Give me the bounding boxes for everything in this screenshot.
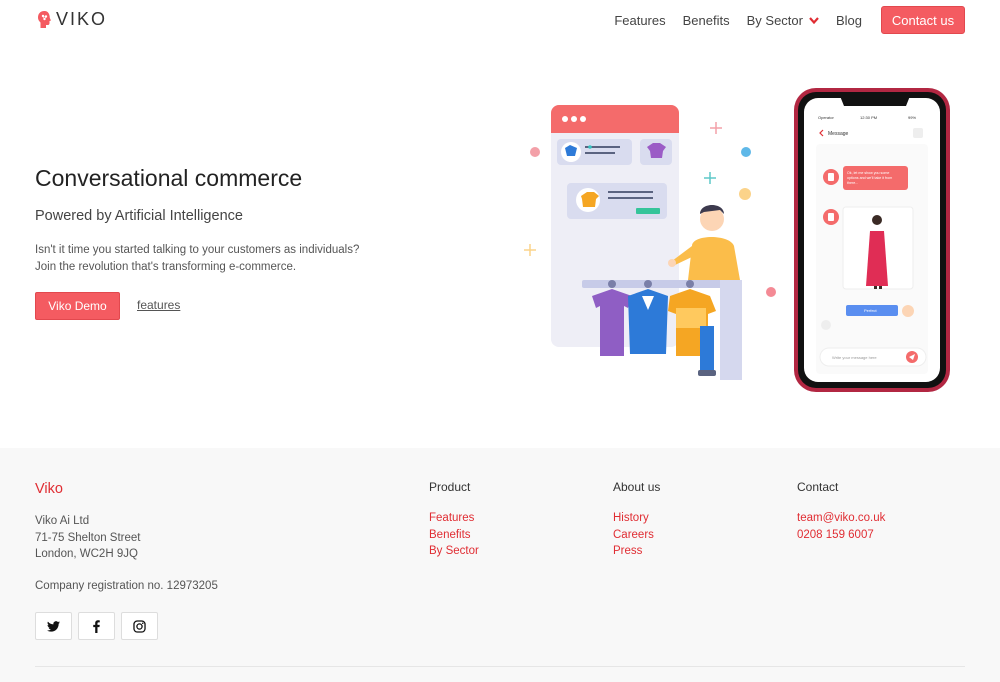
hero-body-line-2: Join the revolution that's transforming … [35,261,297,273]
hero-body: Isn't it time you started talking to you… [35,242,415,276]
logo-text: VIKO [56,9,108,29]
phone-user-button: Perfect [864,308,878,313]
features-link[interactable]: features [137,298,180,312]
footer-link-email[interactable]: team@viko.co.uk [797,510,885,527]
footer-address: Viko Ai Ltd 71-75 Shelton Street London,… [35,513,141,563]
phone-status-time: 12:30 PM [860,115,877,120]
twitter-button[interactable] [35,612,72,640]
phone-status-right: 99% [908,115,916,120]
hero-title: Conversational commerce [35,165,303,191]
footer-link-by-sector[interactable]: By Sector [429,543,479,560]
footer-link-phone[interactable]: 0208 159 6007 [797,527,885,544]
footer-col-product: Product Features Benefits By Sector [429,480,479,560]
footer-link-benefits[interactable]: Benefits [429,527,479,544]
footer-col-title: About us [613,480,661,494]
footer-link-press[interactable]: Press [613,543,660,560]
nav-benefits[interactable]: Benefits [683,13,730,28]
hero-subtitle: Powered by Artificial Intelligence [35,208,243,224]
nav-by-sector-label: By Sector [746,12,803,28]
hero-body-line-1: Isn't it time you started talking to you… [35,244,360,256]
svg-text:there...: there... [847,181,858,185]
top-navigation: VIKO Features Benefits By Sector Blog Co… [0,0,1000,40]
instagram-button[interactable] [121,612,158,640]
phone-header: Message [828,131,849,137]
facebook-icon [93,619,100,633]
nav-blog[interactable]: Blog [836,13,862,28]
company-registration: Company registration no. 12973205 [35,580,218,592]
footer-brand: Viko [35,481,63,497]
footer-link-careers[interactable]: Careers [613,527,660,544]
logo[interactable]: VIKO [37,9,107,30]
brain-head-icon [38,10,51,28]
svg-text:options and we'll take it from: options and we'll take it from [847,176,892,180]
footer: Viko Viko Ai Ltd 71-75 Shelton Street Lo… [0,448,1000,682]
chevron-down-icon [809,16,819,24]
address-line: Viko Ai Ltd [35,515,90,527]
nav-links: Features Benefits By Sector Blog Contact… [597,6,965,34]
svg-text:Ok, let me show you some: Ok, let me show you some [847,171,889,175]
footer-col-about: About us History Careers Press [613,480,660,560]
twitter-icon [47,620,60,632]
footer-col-title: Product [429,480,471,494]
contact-us-button[interactable]: Contact us [881,6,965,34]
footer-link-history[interactable]: History [613,510,660,527]
hero-illustration: Operator 12:30 PM 99% Message Ok, let me… [524,88,950,392]
nav-by-sector[interactable]: By Sector [747,13,819,28]
footer-divider [35,666,965,667]
footer-link-features[interactable]: Features [429,510,479,527]
footer-col-contact: Contact team@viko.co.uk 0208 159 6007 [797,480,885,543]
nav-features[interactable]: Features [614,13,665,28]
address-line: 71-75 Shelton Street [35,531,141,544]
address-line: London, WC2H 9JQ [35,548,138,560]
viko-demo-button[interactable]: Viko Demo [35,292,120,320]
phone-input-placeholder: Write your message here [832,355,877,360]
footer-col-title: Contact [797,480,839,494]
facebook-button[interactable] [78,612,115,640]
instagram-icon [133,619,146,633]
phone-status-left: Operator [818,115,834,120]
